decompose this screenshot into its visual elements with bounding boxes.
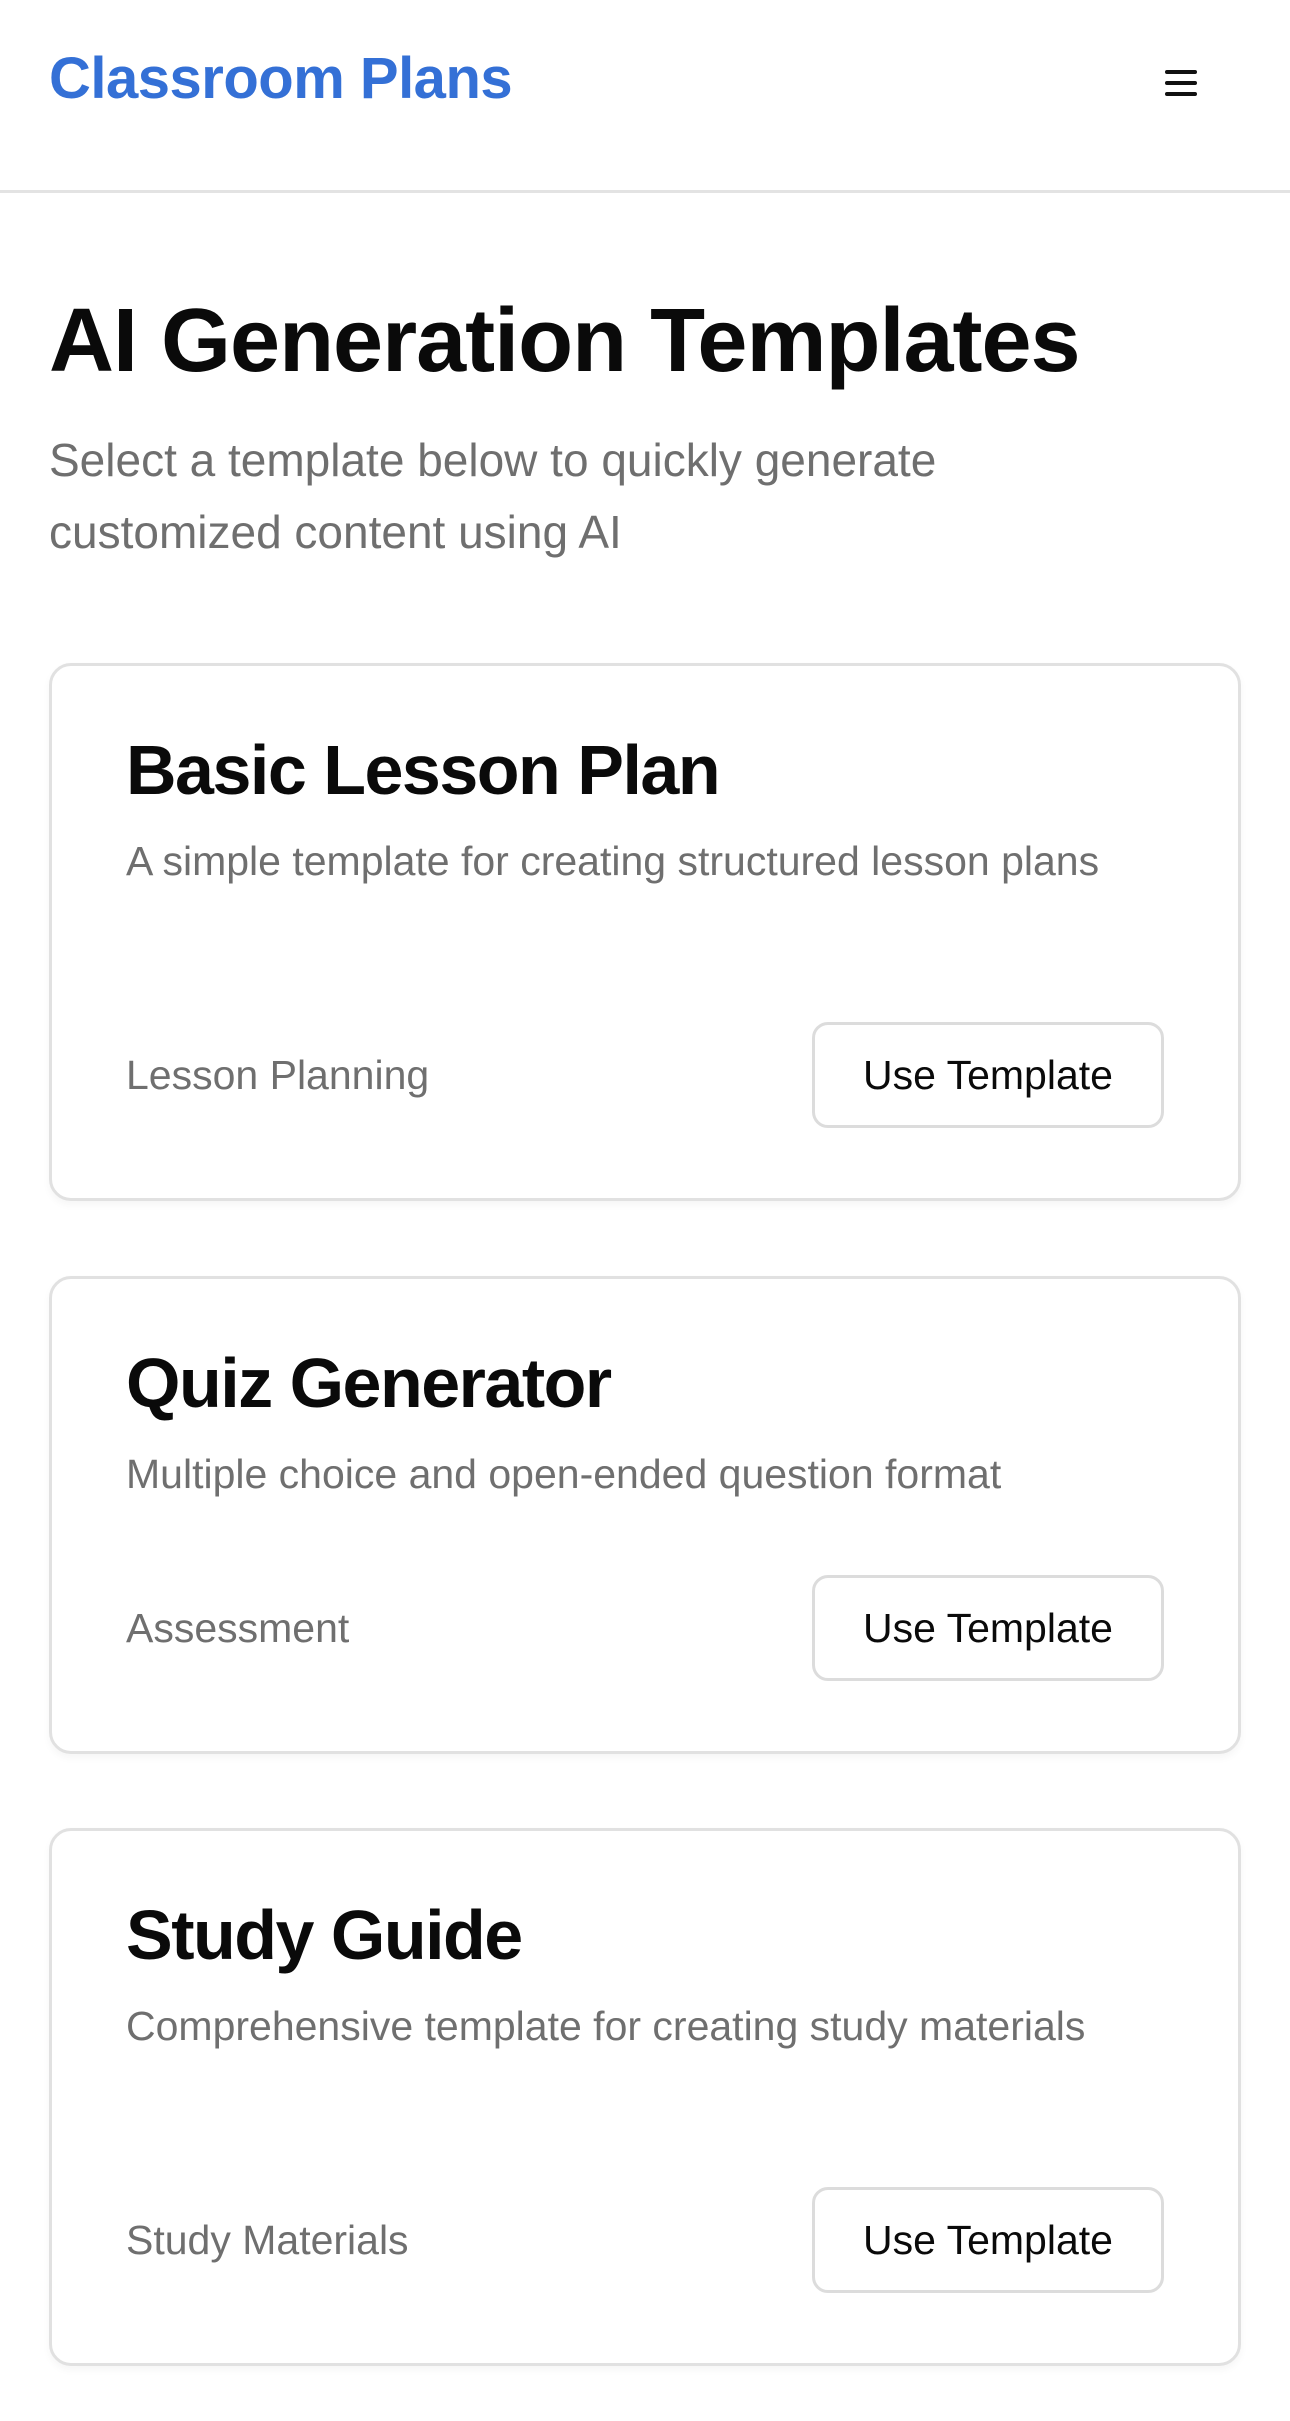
use-template-button[interactable]: Use Template [812, 1022, 1164, 1128]
template-category: Lesson Planning [126, 1052, 430, 1098]
menu-line [1165, 81, 1197, 85]
template-footer: Study Materials Use Template [126, 2187, 1164, 2293]
template-description: A simple template for creating structure… [126, 838, 1100, 884]
template-title: Study Guide [126, 1896, 523, 1974]
brand-logo[interactable]: Classroom Plans [49, 50, 513, 108]
template-footer: Lesson Planning Use Template [126, 1022, 1164, 1128]
template-card-study-guide: Study Guide Comprehensive template for c… [49, 1828, 1241, 2366]
template-description: Multiple choice and open-ended question … [126, 1451, 1002, 1497]
menu-line [1165, 92, 1197, 96]
use-template-button[interactable]: Use Template [812, 1575, 1164, 1681]
template-card-quiz-generator: Quiz Generator Multiple choice and open-… [49, 1276, 1241, 1754]
template-category: Assessment [126, 1605, 350, 1651]
template-description: Comprehensive template for creating stud… [126, 2003, 1086, 2049]
menu-line [1165, 70, 1197, 74]
template-category: Study Materials [126, 2217, 409, 2263]
template-footer: Assessment Use Template [126, 1575, 1164, 1681]
hamburger-menu-icon[interactable] [1155, 62, 1207, 106]
top-nav-bar: Classroom Plans [0, 0, 1290, 193]
use-template-button[interactable]: Use Template [812, 2187, 1164, 2293]
page-subtitle: Select a template below to quickly gener… [49, 434, 937, 558]
template-title: Quiz Generator [126, 1344, 612, 1422]
template-title: Basic Lesson Plan [126, 731, 721, 809]
template-card-basic-lesson-plan: Basic Lesson Plan A simple template for … [49, 663, 1241, 1201]
page-title: AI Generation Templates [49, 291, 1081, 391]
